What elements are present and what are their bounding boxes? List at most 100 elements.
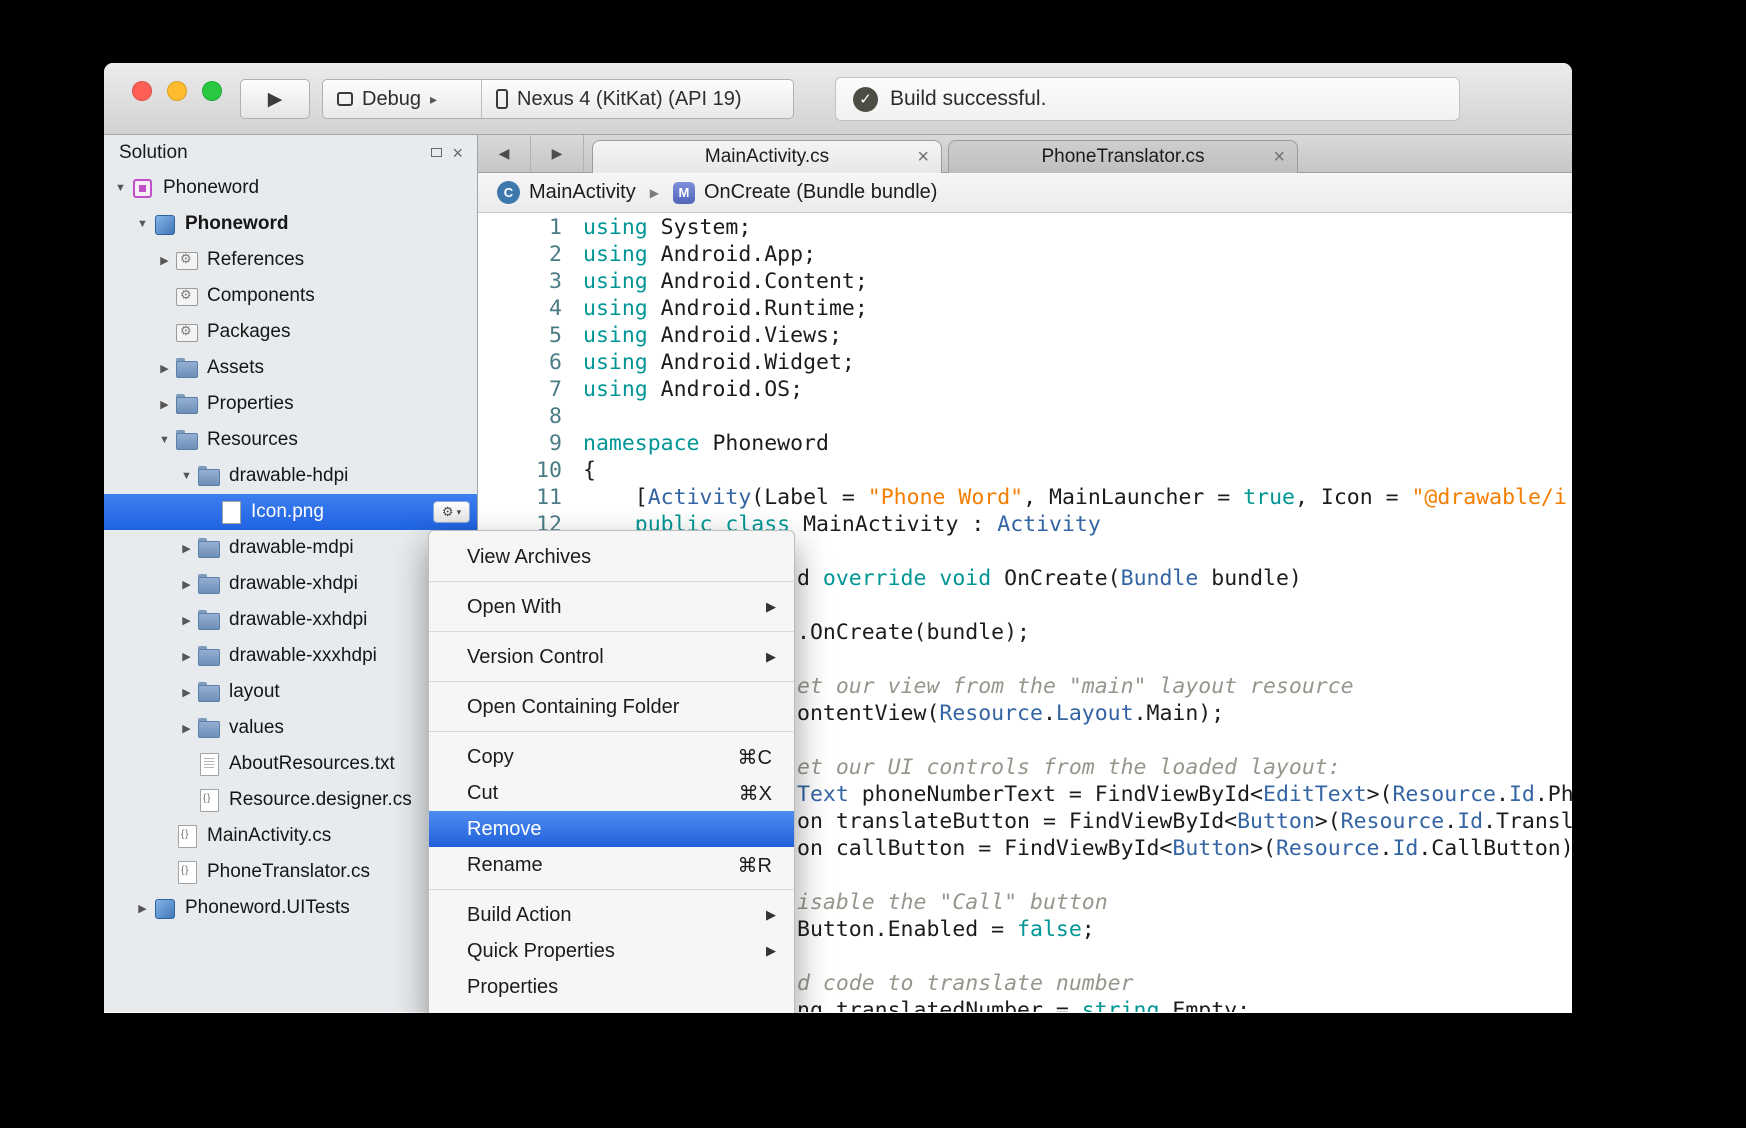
- device-label: Nexus 4 (KitKat) (API 19): [517, 88, 742, 111]
- tree-item-icon-png[interactable]: Icon.png ⚙▾: [104, 494, 477, 530]
- tree-item-properties[interactable]: ▶Properties: [104, 386, 477, 422]
- submenu-arrow-icon: ▶: [766, 599, 776, 615]
- close-tab-icon[interactable]: ×: [1273, 147, 1285, 167]
- code-line-3: 3using Android.Content;: [478, 268, 1572, 295]
- folder-icon: [197, 681, 221, 703]
- folder-icon: [197, 609, 221, 631]
- expand-icon[interactable]: ▶: [176, 578, 197, 591]
- tree-item-drawable-xhdpi[interactable]: ▶drawable-xhdpi: [104, 566, 477, 602]
- minimize-window-button[interactable]: [167, 81, 187, 101]
- tree-item-drawable-xxhdpi[interactable]: ▶drawable-xxhdpi: [104, 602, 477, 638]
- tree-item-drawable-mdpi[interactable]: ▶drawable-mdpi: [104, 530, 477, 566]
- solution-pad-title: Solution: [119, 142, 188, 164]
- expand-icon[interactable]: ▶: [176, 686, 197, 699]
- menu-item-label: Open Containing Folder: [467, 696, 772, 719]
- build-config-selector[interactable]: Debug ▸: [323, 80, 481, 118]
- dock-pad-icon[interactable]: [431, 148, 442, 157]
- zoom-window-button[interactable]: [202, 81, 222, 101]
- tree-item-assets[interactable]: ▶Assets: [104, 350, 477, 386]
- line-number: 4: [478, 296, 562, 321]
- navigate-back-button[interactable]: ◀: [478, 135, 531, 172]
- menu-item-properties[interactable]: Properties: [429, 969, 794, 1005]
- tree-item-drawable-xxxhdpi[interactable]: ▶drawable-xxxhdpi: [104, 638, 477, 674]
- solution-pad: Solution × ▼Phoneword▼Phoneword▶Referenc…: [104, 135, 478, 1012]
- navigation-arrows: ◀ ▶: [478, 135, 584, 172]
- line-content: using Android.Views;: [562, 323, 842, 348]
- menu-item-label: Build Action: [467, 904, 772, 927]
- expand-icon[interactable]: ▶: [154, 398, 175, 411]
- expand-icon[interactable]: ▶: [176, 542, 197, 555]
- tree-item-label: Phoneword.UITests: [185, 897, 350, 919]
- code-line-11: 11 [Activity(Label = "Phone Word", MainL…: [478, 484, 1572, 511]
- chevron-right-icon: ▸: [430, 91, 437, 108]
- line-number: 1: [478, 215, 562, 240]
- tree-item-resource-designer-cs[interactable]: Resource.designer.cs: [104, 782, 477, 818]
- item-options-gear-button[interactable]: ⚙▾: [433, 501, 470, 523]
- tab-label: PhoneTranslator.cs: [949, 146, 1297, 168]
- collapse-icon[interactable]: ▼: [176, 470, 197, 482]
- expand-icon[interactable]: ▶: [154, 254, 175, 267]
- line-content: using Android.Runtime;: [562, 296, 868, 321]
- play-icon: ▶: [268, 88, 283, 111]
- menu-item-rename[interactable]: Rename⌘R: [429, 847, 794, 883]
- menu-item-copy[interactable]: Copy⌘C: [429, 739, 794, 775]
- expand-icon[interactable]: ▶: [176, 614, 197, 627]
- navigate-forward-button[interactable]: ▶: [531, 135, 584, 172]
- tree-item-label: Icon.png: [251, 501, 324, 523]
- tree-item-components[interactable]: Components: [104, 278, 477, 314]
- close-pad-icon[interactable]: ×: [452, 144, 463, 162]
- code-line-2: 2using Android.App;: [478, 241, 1572, 268]
- device-selector[interactable]: Nexus 4 (KitKat) (API 19): [481, 80, 793, 118]
- menu-item-quick-properties[interactable]: Quick Properties▶: [429, 933, 794, 969]
- breadcrumb-member[interactable]: OnCreate (Bundle bundle): [704, 181, 937, 204]
- menu-item-open-with[interactable]: Open With▶: [429, 589, 794, 625]
- tab-phonetranslator-cs[interactable]: PhoneTranslator.cs×: [948, 140, 1298, 173]
- tree-item-phonetranslator-cs[interactable]: PhoneTranslator.cs: [104, 854, 477, 890]
- tree-item-resources[interactable]: ▼Resources: [104, 422, 477, 458]
- tree-item-references[interactable]: ▶References: [104, 242, 477, 278]
- tree-item-label: Phoneword: [163, 177, 259, 199]
- run-button[interactable]: ▶: [240, 79, 310, 119]
- file-icon: [219, 501, 243, 523]
- collapse-icon[interactable]: ▼: [110, 182, 131, 194]
- tree-item-mainactivity-cs[interactable]: MainActivity.cs: [104, 818, 477, 854]
- tree-item-aboutresources-txt[interactable]: AboutResources.txt: [104, 746, 477, 782]
- expand-icon[interactable]: ▶: [176, 650, 197, 663]
- tab-mainactivity-cs[interactable]: MainActivity.cs×: [592, 140, 942, 173]
- expand-icon[interactable]: ▶: [132, 902, 153, 915]
- menu-item-shortcut: ⌘C: [738, 745, 772, 770]
- code-line-6: 6using Android.Widget;: [478, 349, 1572, 376]
- expand-icon[interactable]: ▶: [154, 362, 175, 375]
- menu-item-label: Version Control: [467, 646, 772, 669]
- expand-icon[interactable]: ▶: [176, 722, 197, 735]
- collapse-icon[interactable]: ▼: [132, 218, 153, 230]
- tree-item-layout[interactable]: ▶layout: [104, 674, 477, 710]
- folder-icon: [197, 573, 221, 595]
- line-content: [Activity(Label = "Phone Word", MainLaun…: [562, 485, 1567, 510]
- tree-item-phoneword-uitests[interactable]: ▶ Phoneword.UITests: [104, 890, 477, 926]
- code-line-8: 8: [478, 403, 1572, 430]
- line-content: {: [562, 458, 596, 483]
- tree-item-values[interactable]: ▶values: [104, 710, 477, 746]
- chevron-right-icon: ▶: [650, 186, 659, 200]
- build-config-label: Debug: [362, 88, 421, 111]
- menu-item-build-action[interactable]: Build Action▶: [429, 897, 794, 933]
- tree-item-packages[interactable]: Packages: [104, 314, 477, 350]
- tree-item-phoneword[interactable]: ▼Phoneword: [104, 206, 477, 242]
- menu-item-remove[interactable]: Remove: [429, 811, 794, 847]
- menu-item-cut[interactable]: Cut⌘X: [429, 775, 794, 811]
- file-code-icon: [175, 861, 199, 883]
- menu-item-label: Remove: [467, 818, 772, 841]
- breadcrumb-class[interactable]: MainActivity: [529, 181, 636, 204]
- close-tab-icon[interactable]: ×: [917, 147, 929, 167]
- menu-item-version-control[interactable]: Version Control▶: [429, 639, 794, 675]
- tree-item-drawable-hdpi[interactable]: ▼ drawable-hdpi: [104, 458, 477, 494]
- menu-item-open-containing-folder[interactable]: Open Containing Folder: [429, 689, 794, 725]
- tree-item-label: drawable-hdpi: [229, 465, 348, 487]
- menu-item-view-archives[interactable]: View Archives: [429, 539, 794, 575]
- collapse-icon[interactable]: ▼: [154, 434, 175, 446]
- tree-item-phoneword[interactable]: ▼ Phoneword: [104, 170, 477, 206]
- tree-item-label: Components: [207, 285, 315, 307]
- close-window-button[interactable]: [132, 81, 152, 101]
- line-number: 8: [478, 404, 562, 429]
